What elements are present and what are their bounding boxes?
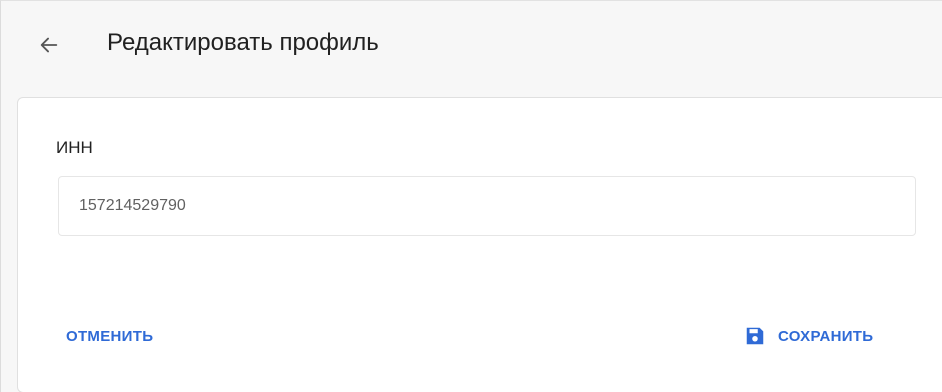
page-title: Редактировать профиль	[107, 29, 379, 56]
inn-label: ИНН	[56, 138, 93, 157]
arrow-left-icon	[40, 37, 58, 53]
back-button[interactable]	[33, 29, 65, 61]
cancel-button[interactable]: ОТМЕНИТЬ	[66, 320, 153, 352]
save-button[interactable]: СОХРАНИТЬ	[744, 320, 873, 352]
inn-input[interactable]	[58, 176, 916, 236]
save-button-label: СОХРАНИТЬ	[778, 327, 874, 345]
edit-profile-page: Редактировать профиль ИНН ОТМЕНИТЬ СОХРА…	[0, 0, 942, 392]
cancel-button-label: ОТМЕНИТЬ	[66, 327, 154, 345]
profile-form-card: ИНН ОТМЕНИТЬ СОХРАНИТЬ	[17, 97, 942, 392]
page-header: Редактировать профиль	[1, 1, 942, 85]
floppy-disk-icon	[744, 325, 766, 347]
